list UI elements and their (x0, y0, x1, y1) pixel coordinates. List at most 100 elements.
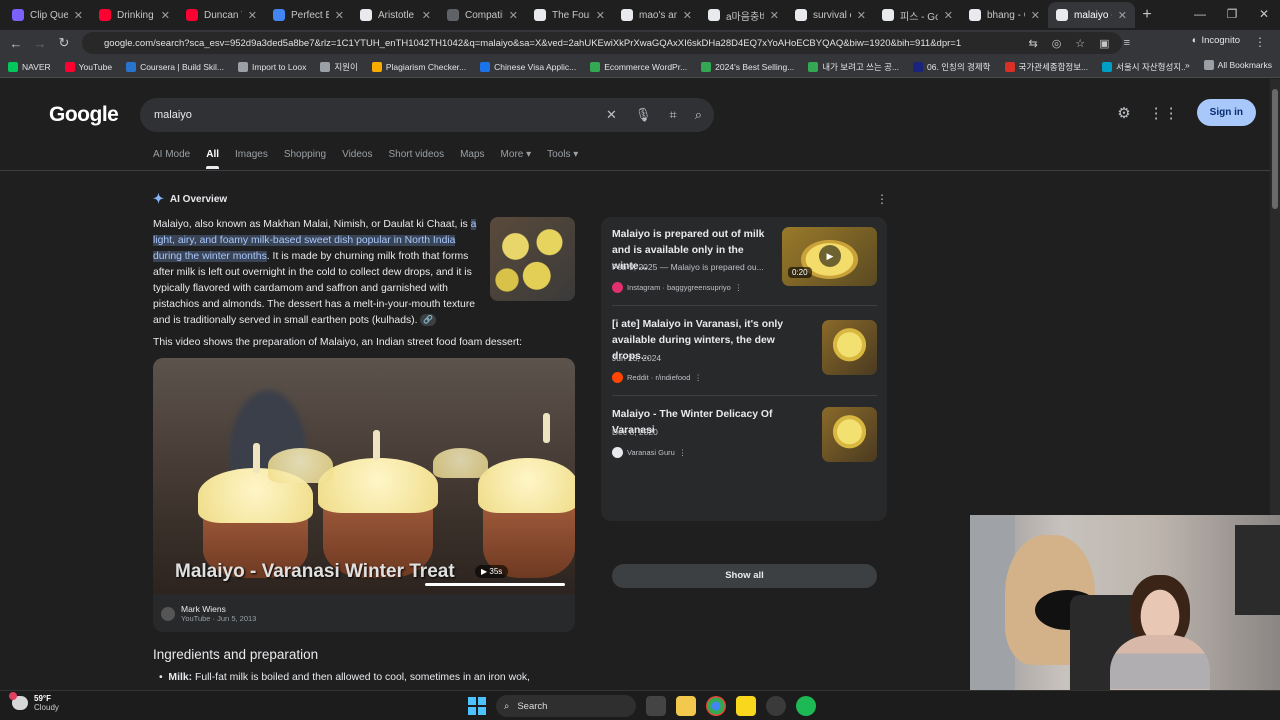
link-icon[interactable]: 🔗 (420, 314, 437, 327)
bookmark-item[interactable]: 내가 보려고 쓰는 공... (808, 61, 899, 73)
incognito-badge[interactable]: ◐ Incognito (1192, 35, 1240, 46)
translate-icon[interactable]: ⇆ (1028, 37, 1037, 50)
browser-tab[interactable]: bhang - G ✕ (961, 2, 1048, 28)
more-icon[interactable]: ⋮ (694, 373, 702, 382)
channel-name[interactable]: Mark Wiens (181, 604, 256, 614)
minimize-icon[interactable]: — (1184, 0, 1216, 30)
browser-tab[interactable]: mao's ame ✕ (613, 2, 700, 28)
search-box[interactable]: malaiyo ✕ 🎙 ⌗ ⌕ (140, 98, 714, 132)
back-icon[interactable]: ← (4, 36, 28, 51)
bookmark-item[interactable]: 서울시 자산형성지... (1102, 61, 1188, 73)
source-thumbnail[interactable] (822, 407, 877, 462)
ai-overview-image[interactable] (490, 217, 575, 301)
kakaotalk-icon[interactable] (736, 696, 756, 716)
sign-in-button[interactable]: Sign in (1196, 99, 1256, 126)
tab-close-icon[interactable]: ✕ (248, 9, 257, 22)
tab-close-icon[interactable]: ✕ (1118, 9, 1127, 22)
media-icon[interactable]: ≡ (1124, 37, 1130, 49)
weather-widget[interactable]: 59°F Cloudy (9, 692, 59, 712)
browser-tab[interactable]: malaiyo - G ✕ (1048, 2, 1135, 28)
bookmarks-overflow-button[interactable]: » (1185, 60, 1190, 70)
browser-tab[interactable]: Aristotle a ✕ (352, 2, 439, 28)
video-thumbnail[interactable]: Malaiyo - Varanasi Winter Treat ▶ 35s (153, 358, 575, 594)
file-explorer-icon[interactable] (676, 696, 696, 716)
bookmark-item[interactable]: NAVER (8, 61, 51, 73)
more-icon[interactable]: ⋮ (679, 448, 687, 457)
browser-tab[interactable]: Clip Queue ✕ (4, 2, 91, 28)
mic-icon[interactable]: 🎙 (635, 107, 652, 123)
bookmark-item[interactable]: Coursera | Build Skil... (126, 61, 224, 73)
tab-close-icon[interactable]: ✕ (422, 9, 431, 22)
browser-tab[interactable]: Drinking T ✕ (91, 2, 178, 28)
restore-icon[interactable]: ❐ (1216, 0, 1248, 30)
tab-close-icon[interactable]: ✕ (1031, 9, 1040, 22)
bookmark-item[interactable]: Plagiarism Checker... (371, 61, 466, 73)
search-tab[interactable]: Shopping (284, 149, 326, 160)
tab-close-icon[interactable]: ✕ (509, 9, 518, 22)
source-card[interactable]: Malaiyo is prepared out of milk and is a… (612, 227, 877, 297)
browser-menu-icon[interactable]: ⋮ (1254, 35, 1266, 49)
bookmark-item[interactable]: Chinese Visa Applic... (480, 61, 576, 73)
taskbar-search[interactable]: ⌕ Search (496, 695, 636, 717)
task-view-icon[interactable] (646, 696, 666, 716)
search-tab[interactable]: Images (235, 149, 268, 160)
windows-start-icon[interactable] (468, 697, 486, 715)
show-all-button[interactable]: Show all (612, 564, 877, 588)
tab-close-icon[interactable]: ✕ (944, 9, 953, 22)
search-tab[interactable]: More ▾ (501, 149, 532, 160)
browser-tab[interactable]: 피스 - Goo ✕ (874, 2, 961, 28)
google-logo[interactable]: Google (49, 103, 119, 127)
source-card[interactable]: [i ate] Malaiyo in Varanasi, it's only a… (612, 317, 877, 387)
bookmark-item[interactable]: Ecommerce WordPr... (590, 61, 687, 73)
bookmark-item[interactable]: YouTube (64, 61, 112, 73)
browser-tab[interactable]: a마음충비 ✕ (700, 2, 787, 28)
more-icon[interactable]: ⋮ (735, 283, 743, 292)
eye-off-icon[interactable]: ◎ (1052, 37, 1062, 50)
tab-close-icon[interactable]: ✕ (857, 9, 866, 22)
tab-close-icon[interactable]: ✕ (770, 9, 779, 22)
search-tab[interactable]: All (206, 149, 219, 169)
browser-tab[interactable]: The Four A ✕ (526, 2, 613, 28)
new-tab-button[interactable]: + (1135, 6, 1159, 24)
lens-icon[interactable]: ⌗ (669, 107, 676, 123)
extensions-icon[interactable]: ▣ (1099, 37, 1109, 50)
address-bar[interactable]: google.com/search?sca_esv=952d9a3ded5a8b… (82, 32, 1122, 54)
browser-tab[interactable]: survival of ✕ (787, 2, 874, 28)
close-window-icon[interactable]: ✕ (1248, 0, 1280, 30)
settings-icon[interactable]: ⚙ (1117, 104, 1130, 122)
source-thumbnail[interactable] (822, 320, 877, 375)
ai-overview-menu-icon[interactable]: ⋮ (876, 192, 888, 206)
spotify-icon[interactable] (796, 696, 816, 716)
source-card[interactable]: Malaiyo - The Winter Delicacy Of Varanas… (612, 407, 877, 477)
source-thumbnail[interactable]: ▶ 0:20 (782, 227, 877, 286)
reload-icon[interactable]: ↻ (52, 35, 76, 51)
clear-icon[interactable]: ✕ (606, 107, 617, 123)
bookmark-item[interactable]: 국가관세종합정보... (1004, 61, 1088, 73)
search-tab[interactable]: Tools ▾ (547, 149, 578, 160)
search-tab[interactable]: Videos (342, 149, 372, 160)
browser-tab[interactable]: Compatib ✕ (439, 2, 526, 28)
bookmark-item[interactable]: 지원이 (320, 61, 358, 73)
browser-tab[interactable]: Perfect Blu ✕ (265, 2, 352, 28)
forward-icon[interactable]: → (28, 36, 52, 51)
bookmark-item[interactable]: 2024's Best Selling... (701, 61, 794, 73)
scrollbar-thumb[interactable] (1272, 89, 1278, 209)
tab-close-icon[interactable]: ✕ (161, 9, 170, 22)
play-icon[interactable]: ▶ (819, 245, 841, 267)
all-bookmarks-button[interactable]: All Bookmarks (1203, 60, 1272, 70)
tab-close-icon[interactable]: ✕ (596, 9, 605, 22)
search-tab[interactable]: Maps (460, 149, 484, 160)
chrome-icon[interactable] (706, 696, 726, 716)
bookmark-item[interactable]: 06. 인칭의 경제학 (913, 61, 991, 73)
star-icon[interactable]: ☆ (1075, 37, 1085, 50)
tab-close-icon[interactable]: ✕ (683, 9, 692, 22)
video-card[interactable]: Malaiyo - Varanasi Winter Treat ▶ 35s Ma… (153, 358, 575, 632)
search-tab[interactable]: AI Mode (153, 149, 190, 160)
search-icon[interactable]: ⌕ (695, 107, 702, 123)
tab-close-icon[interactable]: ✕ (335, 9, 344, 22)
apps-icon[interactable]: ⋮⋮ (1149, 104, 1179, 122)
tab-close-icon[interactable]: ✕ (74, 9, 83, 22)
search-tab[interactable]: Short videos (389, 149, 445, 160)
browser-tab[interactable]: Duncan Tr ✕ (178, 2, 265, 28)
obs-icon[interactable] (766, 696, 786, 716)
